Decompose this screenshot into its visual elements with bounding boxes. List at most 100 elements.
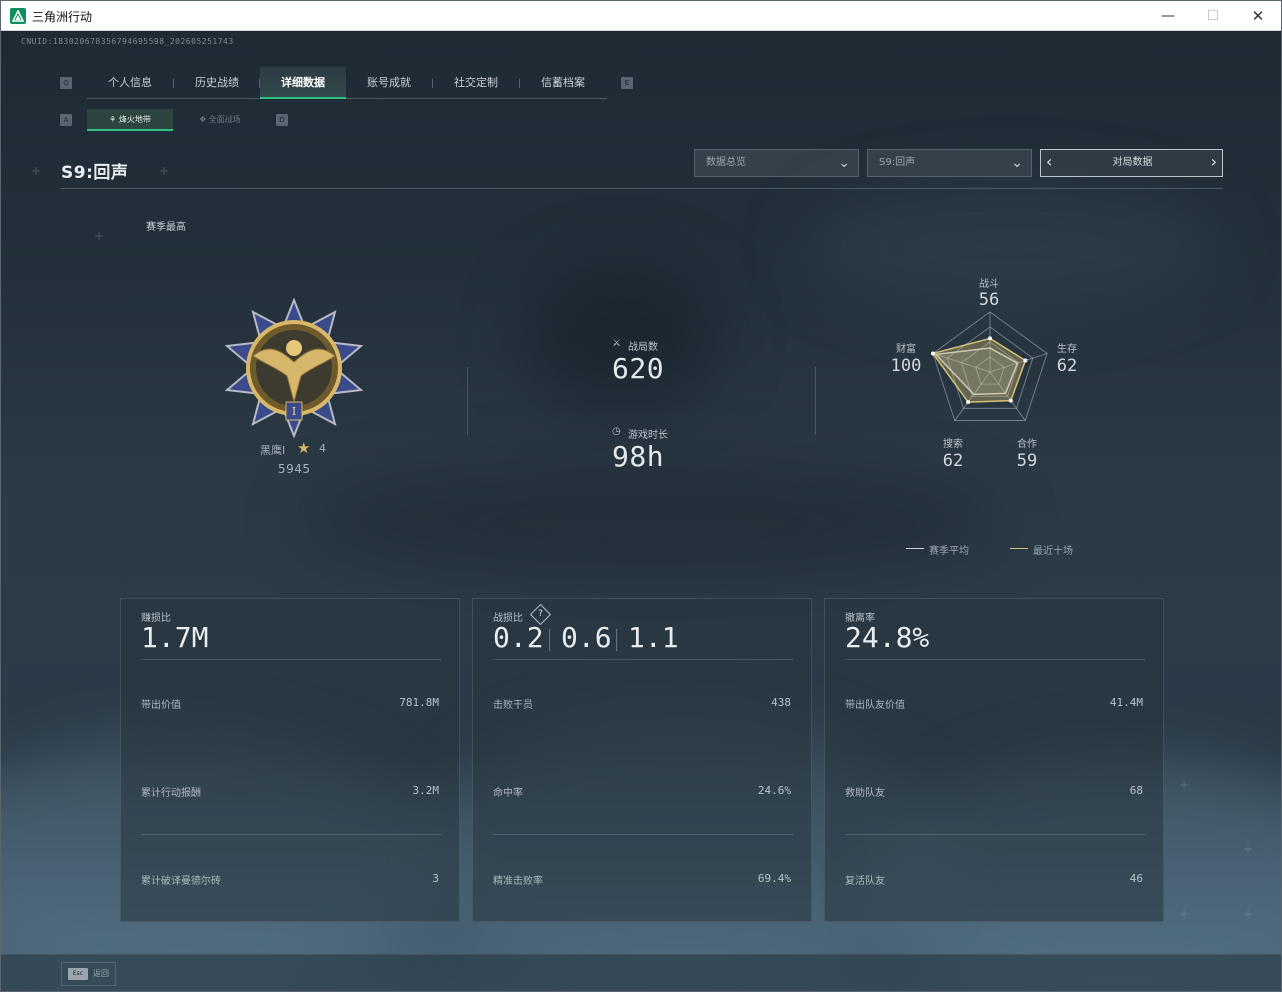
stat-row-value: 781.8M: [399, 696, 439, 709]
subtab-warfare-label: 全面战场: [208, 115, 241, 124]
subtab-operations[interactable]: ⚘ 烽火地带: [87, 109, 173, 131]
radar-label-survival: 生存: [1057, 344, 1077, 355]
kd-ratio-card: 战损比 ? 0.2 0.6 1.1 击败干员 438 命中率 24.6% 精准击…: [472, 598, 812, 922]
stat-row-label: 带出队友价值: [845, 700, 905, 711]
radar-point: [930, 351, 935, 356]
back-label: 返回: [93, 969, 109, 978]
main-tab-bar: 个人信息 历史战绩 详细数据 账号成就 社交定制 信蓄档案: [87, 67, 607, 99]
rank-name: 黑鹰I: [260, 444, 286, 457]
chevron-down-icon: ⌄: [1011, 155, 1023, 171]
app-window: 三角洲行动 — ☐ ✕ CNUID:18302067835679469559​8…: [0, 0, 1282, 992]
data-mode-label: 对局数据: [1112, 157, 1153, 168]
section-divider: [467, 367, 468, 435]
rank-badge-emblem: I: [223, 297, 365, 442]
crosshair-icon: ✥: [199, 115, 209, 124]
matches-value: 620: [612, 352, 665, 385]
tab-credit-file[interactable]: 信蓄档案: [520, 67, 606, 99]
stat-row-value: 3.2M: [412, 784, 440, 797]
card-divider: [141, 659, 441, 660]
title-bar: 三角洲行动 — ☐ ✕: [1, 1, 1281, 31]
rank-score: 5945: [278, 462, 311, 476]
stat-row-value: 24.6%: [757, 784, 791, 797]
tab-match-history[interactable]: 历史战绩: [174, 67, 260, 99]
esc-key-hint: Esc: [68, 968, 88, 980]
back-button[interactable]: Esc 返回: [61, 962, 116, 986]
stat-row-label: 精准击败率: [493, 876, 543, 887]
subtab-right-keyhint: D: [276, 114, 288, 126]
playtime-label: 游戏时长: [628, 430, 668, 441]
hazard-zone-icon: ⚘: [109, 115, 119, 124]
card-value: 1.7M: [141, 621, 209, 654]
tab-right-keyhint: E: [621, 77, 633, 89]
rank-badge-numeral: I: [292, 405, 296, 418]
kd-value-1: 0.2: [493, 621, 544, 654]
overview-dropdown-value: 数据总览: [706, 157, 746, 168]
stat-row-label: 累计破译曼德尔砖: [141, 876, 221, 887]
season-dropdown[interactable]: S9:回声 ⌄: [867, 149, 1032, 177]
chevron-down-icon: ⌄: [838, 155, 850, 171]
swords-icon: ⚔: [612, 338, 621, 349]
chevron-right-icon[interactable]: ›: [1211, 152, 1217, 171]
rank-star-count: 4: [319, 442, 326, 455]
stat-row-label: 累计行动报酬: [141, 788, 201, 799]
stat-row-value: 438: [771, 696, 791, 709]
matches-label: 战局数: [628, 342, 658, 353]
season-dropdown-value: S9:回声: [879, 157, 916, 168]
close-button[interactable]: ✕: [1235, 1, 1281, 31]
profit-loss-card: 赚损比 1.7M 带出价值 781.8M 累计行动报酬 3.2M 累计破译曼德尔…: [120, 598, 460, 922]
card-divider: [845, 834, 1145, 835]
radar-point: [966, 400, 971, 405]
main-content: CNUID:18302067835679469559​8_20260525174…: [1, 32, 1281, 991]
card-value: 24.8%: [845, 621, 930, 654]
tab-personal-info[interactable]: 个人信息: [87, 67, 173, 99]
stat-row-label: 复活队友: [845, 876, 885, 887]
radar-point: [1008, 398, 1013, 403]
subtab-operations-label: 烽火地带: [118, 115, 151, 124]
season-best-label: 赛季最高: [146, 222, 186, 233]
radar-value-teamwork: 59: [1016, 451, 1038, 471]
subtab-warfare[interactable]: ✥ 全面战场: [177, 109, 263, 131]
card-divider: [493, 834, 793, 835]
stat-row-value: 3: [432, 872, 439, 885]
clock-icon: ◷: [612, 426, 621, 437]
cnuid-text: CNUID:18302067835679469559​8_20260525174…: [21, 37, 234, 46]
kd-separator: [549, 629, 550, 651]
delta-force-logo-icon: [10, 8, 26, 24]
card-divider: [141, 834, 441, 835]
overview-dropdown[interactable]: 数据总览 ⌄: [694, 149, 859, 177]
playtime-value: 98h: [612, 440, 665, 473]
radar-value-combat: 56: [978, 290, 1000, 310]
minimize-button[interactable]: —: [1145, 1, 1191, 31]
stat-row-label: 命中率: [493, 788, 523, 799]
kd-value-3: 1.1: [628, 621, 679, 654]
kd-value-2: 0.6: [561, 621, 612, 654]
tab-account-achievements[interactable]: 账号成就: [346, 67, 432, 99]
stat-row-value: 69.4%: [757, 872, 791, 885]
legend-season-avg: 赛季平均: [929, 546, 969, 557]
legend-recent-ten: 最近十场: [1033, 546, 1073, 557]
radar-label-search: 搜索: [943, 439, 963, 450]
stat-row-value: 68: [1129, 784, 1143, 797]
card-divider: [493, 659, 793, 660]
extraction-rate-card: 撤离率 24.8% 带出队友价值 41.4M 救助队友 68 复活队友 46: [824, 598, 1164, 922]
footer-bar: Esc 返回: [1, 954, 1281, 991]
radar-label-wealth: 财富: [896, 344, 916, 355]
stat-row-label: 带出价值: [141, 700, 181, 711]
radar-label-combat: 战斗: [979, 279, 999, 290]
tab-left-keyhint: Q: [60, 77, 72, 89]
star-icon: ★: [297, 439, 311, 457]
maximize-button[interactable]: ☐: [1190, 1, 1236, 31]
tab-social-customize[interactable]: 社交定制: [433, 67, 519, 99]
radar-value-wealth: 100: [890, 356, 922, 376]
stat-row-label: 救助队友: [845, 788, 885, 799]
season-title: S9:回声: [61, 163, 129, 183]
stat-row-value: 46: [1129, 872, 1143, 885]
radar-series-recent-ten: [931, 337, 1027, 403]
radar-label-teamwork: 合作: [1017, 439, 1037, 450]
card-divider: [845, 659, 1145, 660]
tab-detailed-data[interactable]: 详细数据: [260, 67, 346, 99]
subtab-left-keyhint: A: [60, 114, 72, 126]
header-divider: [61, 188, 1223, 189]
legend-season-avg-swatch: [906, 548, 924, 549]
radar-value-search: 62: [942, 451, 964, 471]
